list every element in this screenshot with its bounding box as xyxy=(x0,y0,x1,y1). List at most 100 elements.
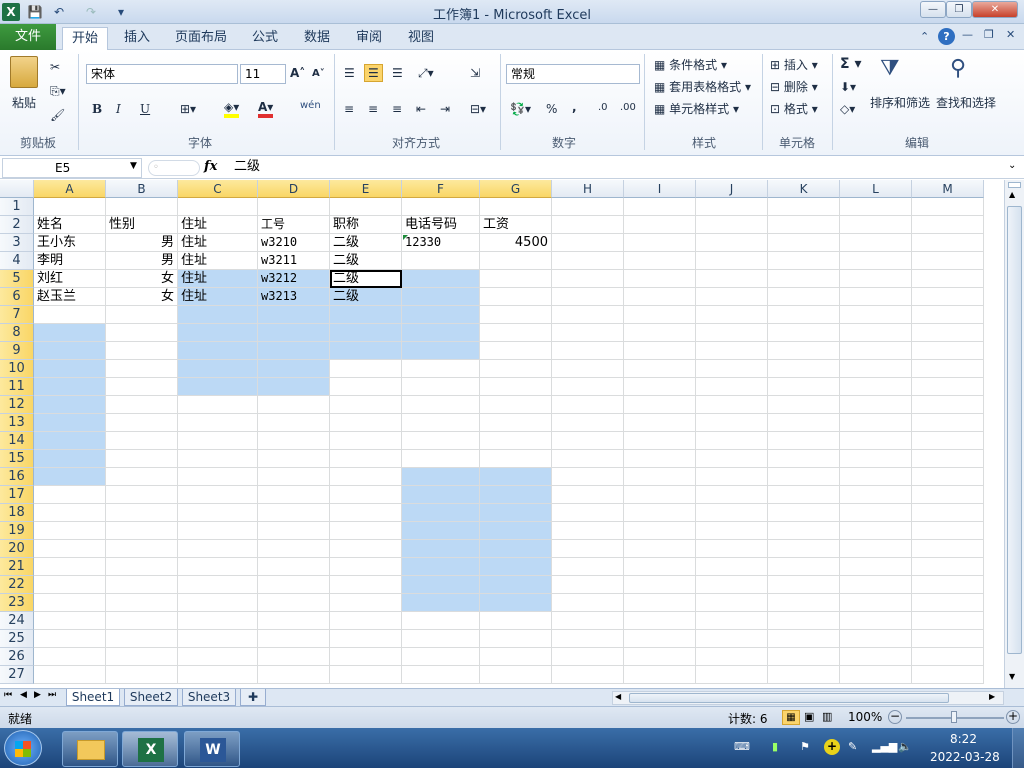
cell[interactable]: 住址 xyxy=(178,234,258,252)
cell[interactable] xyxy=(624,324,696,342)
horizontal-scroll-thumb[interactable] xyxy=(629,693,949,703)
cell[interactable] xyxy=(840,576,912,594)
cell[interactable] xyxy=(624,486,696,504)
cell[interactable] xyxy=(402,576,480,594)
minimize-button[interactable]: — xyxy=(920,1,946,18)
column-header[interactable]: K xyxy=(768,180,840,198)
cell[interactable] xyxy=(258,540,330,558)
cell[interactable] xyxy=(178,630,258,648)
sheet-tab-sheet3[interactable]: Sheet3 xyxy=(182,689,236,706)
cell[interactable]: 女 xyxy=(106,288,178,306)
zoom-slider-thumb[interactable] xyxy=(951,711,957,723)
cell[interactable] xyxy=(624,630,696,648)
cell[interactable] xyxy=(768,450,840,468)
cell[interactable] xyxy=(840,630,912,648)
cell[interactable] xyxy=(402,360,480,378)
cell[interactable] xyxy=(624,594,696,612)
row-header[interactable]: 25 xyxy=(0,630,34,648)
cell[interactable] xyxy=(912,342,984,360)
cell[interactable] xyxy=(552,486,624,504)
cell[interactable] xyxy=(696,342,768,360)
clock-time[interactable]: 8:22 xyxy=(950,732,977,746)
cell[interactable] xyxy=(696,468,768,486)
cell[interactable] xyxy=(480,342,552,360)
cell[interactable] xyxy=(552,306,624,324)
cell[interactable] xyxy=(106,648,178,666)
column-header[interactable]: M xyxy=(912,180,984,198)
cell[interactable] xyxy=(330,486,402,504)
cell[interactable] xyxy=(912,324,984,342)
cell[interactable] xyxy=(768,540,840,558)
cell[interactable] xyxy=(480,288,552,306)
normal-view-icon[interactable]: ▦ xyxy=(782,710,800,725)
tab-insert[interactable]: 插入 xyxy=(114,27,160,50)
cell[interactable] xyxy=(34,594,106,612)
cell[interactable] xyxy=(552,648,624,666)
cell[interactable] xyxy=(552,360,624,378)
cell[interactable] xyxy=(768,270,840,288)
cell[interactable] xyxy=(552,468,624,486)
cell[interactable] xyxy=(330,378,402,396)
cell[interactable] xyxy=(768,288,840,306)
row-header[interactable]: 3 xyxy=(0,234,34,252)
merge-center-icon[interactable]: ⊟▾ xyxy=(470,102,486,116)
cell[interactable] xyxy=(552,252,624,270)
cell[interactable] xyxy=(912,558,984,576)
cell[interactable] xyxy=(480,468,552,486)
cell[interactable] xyxy=(330,576,402,594)
cell[interactable]: w3211 xyxy=(258,252,330,270)
spreadsheet-grid[interactable]: A B C D E F G H I J K L M 1 2 姓名 性别 住址 工号 职称 电话号码 工资 3 王小东男住址 w3… xyxy=(0,180,1004,688)
cell[interactable] xyxy=(912,576,984,594)
expand-formula-bar-icon[interactable]: ⌄ xyxy=(1008,160,1016,171)
cell[interactable] xyxy=(106,306,178,324)
cell[interactable] xyxy=(552,630,624,648)
cell[interactable] xyxy=(696,486,768,504)
cell[interactable] xyxy=(624,558,696,576)
cell[interactable] xyxy=(34,468,106,486)
cell[interactable] xyxy=(330,540,402,558)
cell[interactable] xyxy=(330,468,402,486)
insert-cells-button[interactable]: ⊞ 插入 ▾ xyxy=(770,56,818,73)
decrease-decimal-button[interactable]: .00 xyxy=(620,102,636,113)
cell[interactable]: w3213 xyxy=(258,288,330,306)
cell[interactable] xyxy=(330,414,402,432)
cell[interactable]: 男 xyxy=(106,234,178,252)
cell[interactable]: 二级 xyxy=(330,288,402,306)
cell[interactable] xyxy=(912,648,984,666)
cell[interactable] xyxy=(624,648,696,666)
cell[interactable] xyxy=(624,360,696,378)
cell[interactable] xyxy=(178,342,258,360)
row-header[interactable]: 17 xyxy=(0,486,34,504)
show-desktop-button[interactable] xyxy=(1012,728,1024,768)
cell[interactable] xyxy=(768,558,840,576)
cell[interactable] xyxy=(402,342,480,360)
battery-tray-icon[interactable]: ▮ xyxy=(772,740,778,753)
align-bottom-icon[interactable]: ☰ xyxy=(392,66,403,80)
close-button[interactable]: ✕ xyxy=(972,1,1018,18)
taskbar-excel-button[interactable]: X xyxy=(122,731,178,767)
cell[interactable] xyxy=(106,522,178,540)
format-as-table-button[interactable]: ▦ 套用表格格式 ▾ xyxy=(654,78,751,95)
page-break-view-icon[interactable]: ▥ xyxy=(822,710,832,723)
cell[interactable] xyxy=(912,216,984,234)
cell[interactable] xyxy=(552,576,624,594)
cell[interactable] xyxy=(768,576,840,594)
cell[interactable] xyxy=(480,540,552,558)
cell[interactable]: 4500 xyxy=(480,234,552,252)
cell[interactable] xyxy=(178,324,258,342)
cell[interactable] xyxy=(480,360,552,378)
select-all-corner[interactable] xyxy=(0,180,34,198)
font-color-icon[interactable]: A▾ xyxy=(258,100,274,118)
cell[interactable] xyxy=(330,648,402,666)
clock-date[interactable]: 2022-03-28 xyxy=(930,750,1000,764)
cell[interactable] xyxy=(912,486,984,504)
paste-button[interactable]: 粘贴 xyxy=(12,94,36,111)
formula-bar-expander-icon[interactable]: ◦ xyxy=(148,160,200,176)
cell[interactable] xyxy=(258,432,330,450)
cell[interactable]: 二级 xyxy=(330,234,402,252)
cell[interactable] xyxy=(178,198,258,216)
cell[interactable] xyxy=(34,648,106,666)
cell[interactable] xyxy=(624,270,696,288)
cell[interactable] xyxy=(480,504,552,522)
cell[interactable] xyxy=(402,414,480,432)
